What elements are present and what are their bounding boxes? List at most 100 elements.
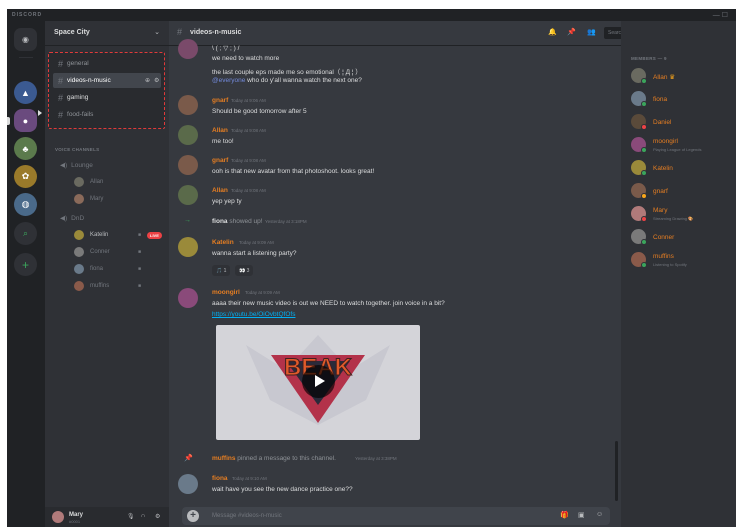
members-icon[interactable]: 👥 [587, 28, 596, 36]
plus-icon: + [21, 257, 29, 272]
message-text: wait have you see the new dance practice… [212, 486, 353, 493]
add-server-button[interactable]: + [14, 253, 37, 276]
gear-icon[interactable]: ⚙ [154, 77, 159, 84]
message-line: the last couple eps made me so emotional… [212, 69, 362, 76]
channel-gaming[interactable]: # gaming [53, 90, 161, 105]
planet-icon: ● [22, 115, 29, 126]
server-icon-3[interactable]: ♣ [14, 137, 37, 160]
message-author[interactable]: fiona [212, 475, 228, 482]
bell-icon[interactable]: 🔔 [548, 28, 557, 36]
channel-label: food-fails [67, 111, 94, 118]
message-timestamp: Today at 9:06 AM [231, 98, 266, 103]
microphone-icon[interactable]: 🎙 [127, 513, 135, 520]
gif-icon[interactable]: ▣ [578, 511, 585, 519]
avatar[interactable] [52, 511, 64, 523]
avatar[interactable] [178, 474, 198, 494]
voice-user-conner[interactable]: Conner ■ [74, 246, 164, 258]
avatar[interactable] [178, 39, 198, 59]
member-list: MEMBERS — 9 Allan ♛ fiona Daniel moongir… [621, 21, 736, 527]
reaction-chip[interactable]: 🎵 1 [212, 265, 231, 276]
avatar[interactable] [178, 95, 198, 115]
pin-user[interactable]: muffins [212, 455, 235, 462]
member-gnarf[interactable]: gnarf [629, 180, 733, 200]
everyone-mention[interactable]: @everyone [212, 77, 245, 84]
user-tag: #0001 [69, 519, 81, 524]
message-composer[interactable]: + Message #videos-n-music 🎁 ▣ ☺ [182, 507, 610, 525]
server-icon-1[interactable]: ▲ [14, 81, 37, 104]
voice-user-name: Mary [90, 196, 104, 202]
member-name: moongirl [653, 138, 678, 145]
avatar[interactable] [178, 155, 198, 175]
gift-icon[interactable]: 🎁 [560, 511, 569, 519]
member-moongirl[interactable]: moongirl Playing League of Legends [629, 134, 733, 154]
avatar[interactable] [178, 125, 198, 145]
reaction-chip[interactable]: 👀 3 [235, 265, 254, 276]
member-katelin[interactable]: Katelin [629, 157, 733, 177]
pin-icon[interactable]: 📌 [567, 28, 576, 36]
message-author[interactable]: gnarf [212, 97, 228, 104]
chevron-down-icon[interactable]: ⌄ [154, 28, 160, 36]
voice-user-mary[interactable]: Mary [74, 193, 164, 205]
server-header[interactable]: Space City ⌄ [45, 21, 169, 46]
play-button-icon[interactable] [302, 365, 335, 398]
upload-plus-icon[interactable]: + [187, 510, 199, 522]
video-embed[interactable]: BEAK [216, 325, 420, 440]
server-icon-space-city[interactable]: ● [14, 109, 37, 132]
message-author[interactable]: Katelin [212, 239, 234, 246]
member-daniel[interactable]: Daniel [629, 111, 733, 131]
voice-channel-lounge[interactable]: ◀) Lounge [60, 161, 93, 169]
message-timestamp: Today at 9:10 AM [232, 476, 267, 481]
gear-icon[interactable]: ⚙ [155, 513, 160, 520]
avatar[interactable] [178, 237, 198, 257]
avatar [74, 230, 84, 240]
voice-user-fiona[interactable]: fiona ■ [74, 263, 164, 275]
status-online-icon [641, 170, 647, 176]
member-mary[interactable]: Mary Streaming Drawing 🎨 [629, 203, 733, 223]
message-timestamp: Today at 9:08 AM [231, 128, 266, 133]
video-link[interactable]: https://youtu.be/OiOvbtQfOfs [212, 311, 295, 318]
message-text: wanna start a listening party? [212, 250, 297, 257]
invite-icon[interactable]: ⊕ [145, 77, 150, 84]
channel-general[interactable]: # general [53, 56, 161, 71]
voice-user-katelin[interactable]: Katelin ■ LIVE [74, 229, 164, 241]
camera-icon: ■ [138, 266, 142, 272]
channel-videos-n-music[interactable]: # videos-n-music ⊕ ⚙ [53, 73, 161, 88]
voice-user-allan[interactable]: Allan [74, 176, 164, 188]
voice-channels-category[interactable]: VOICE CHANNELS [55, 147, 99, 152]
headphones-icon[interactable]: ∩ [141, 513, 145, 519]
channel-food-fails[interactable]: # food-fails [53, 107, 161, 122]
server-icon-4[interactable]: ✿ [14, 165, 37, 188]
server-icon-5[interactable]: ◍ [14, 193, 37, 216]
voice-channel-dnd[interactable]: ◀) DnD [60, 214, 84, 222]
composer-placeholder: Message #videos-n-music [212, 513, 282, 519]
link-text[interactable]: https://youtu.be/OiOvbtQfOfs [212, 311, 295, 318]
explore-servers-button[interactable]: ⌕ [14, 222, 37, 245]
search-icon: ⌕ [22, 228, 29, 238]
channel-label: gaming [67, 94, 89, 101]
status-online-icon [641, 262, 647, 268]
live-badge: LIVE [147, 231, 162, 239]
voice-user-muffins[interactable]: muffins ■ [74, 280, 164, 292]
home-button[interactable]: ◉ [14, 28, 37, 51]
member-activity: Listening to Spotify [653, 262, 687, 267]
member-muffins[interactable]: muffins Listening to Spotify [629, 249, 733, 269]
member-conner[interactable]: Conner [629, 226, 733, 246]
leaf-icon: ♣ [22, 143, 29, 154]
message-author[interactable]: moongirl [212, 289, 240, 296]
window-controls[interactable]: — ☐ [713, 11, 728, 19]
message-line: @everyone who do y'all wanna watch the n… [212, 77, 362, 84]
emoji-icon[interactable]: ☺ [596, 511, 603, 518]
message-author[interactable]: gnarf [212, 157, 228, 164]
member-allan[interactable]: Allan ♛ [629, 65, 733, 85]
chat-header: # videos-n-music 🔔 📌 👥 [169, 21, 621, 46]
join-user[interactable]: fiona [212, 218, 228, 225]
message-timestamp: Today at 9:09 AM [245, 290, 280, 295]
message-author[interactable]: Allan [212, 127, 228, 134]
camera-icon: ■ [138, 232, 142, 238]
message-author[interactable]: Allan [212, 187, 228, 194]
avatar[interactable] [178, 288, 198, 308]
member-fiona[interactable]: fiona [629, 88, 733, 108]
camera-icon: ■ [138, 283, 142, 289]
avatar[interactable] [178, 185, 198, 205]
chat-scrollbar[interactable] [615, 441, 618, 501]
